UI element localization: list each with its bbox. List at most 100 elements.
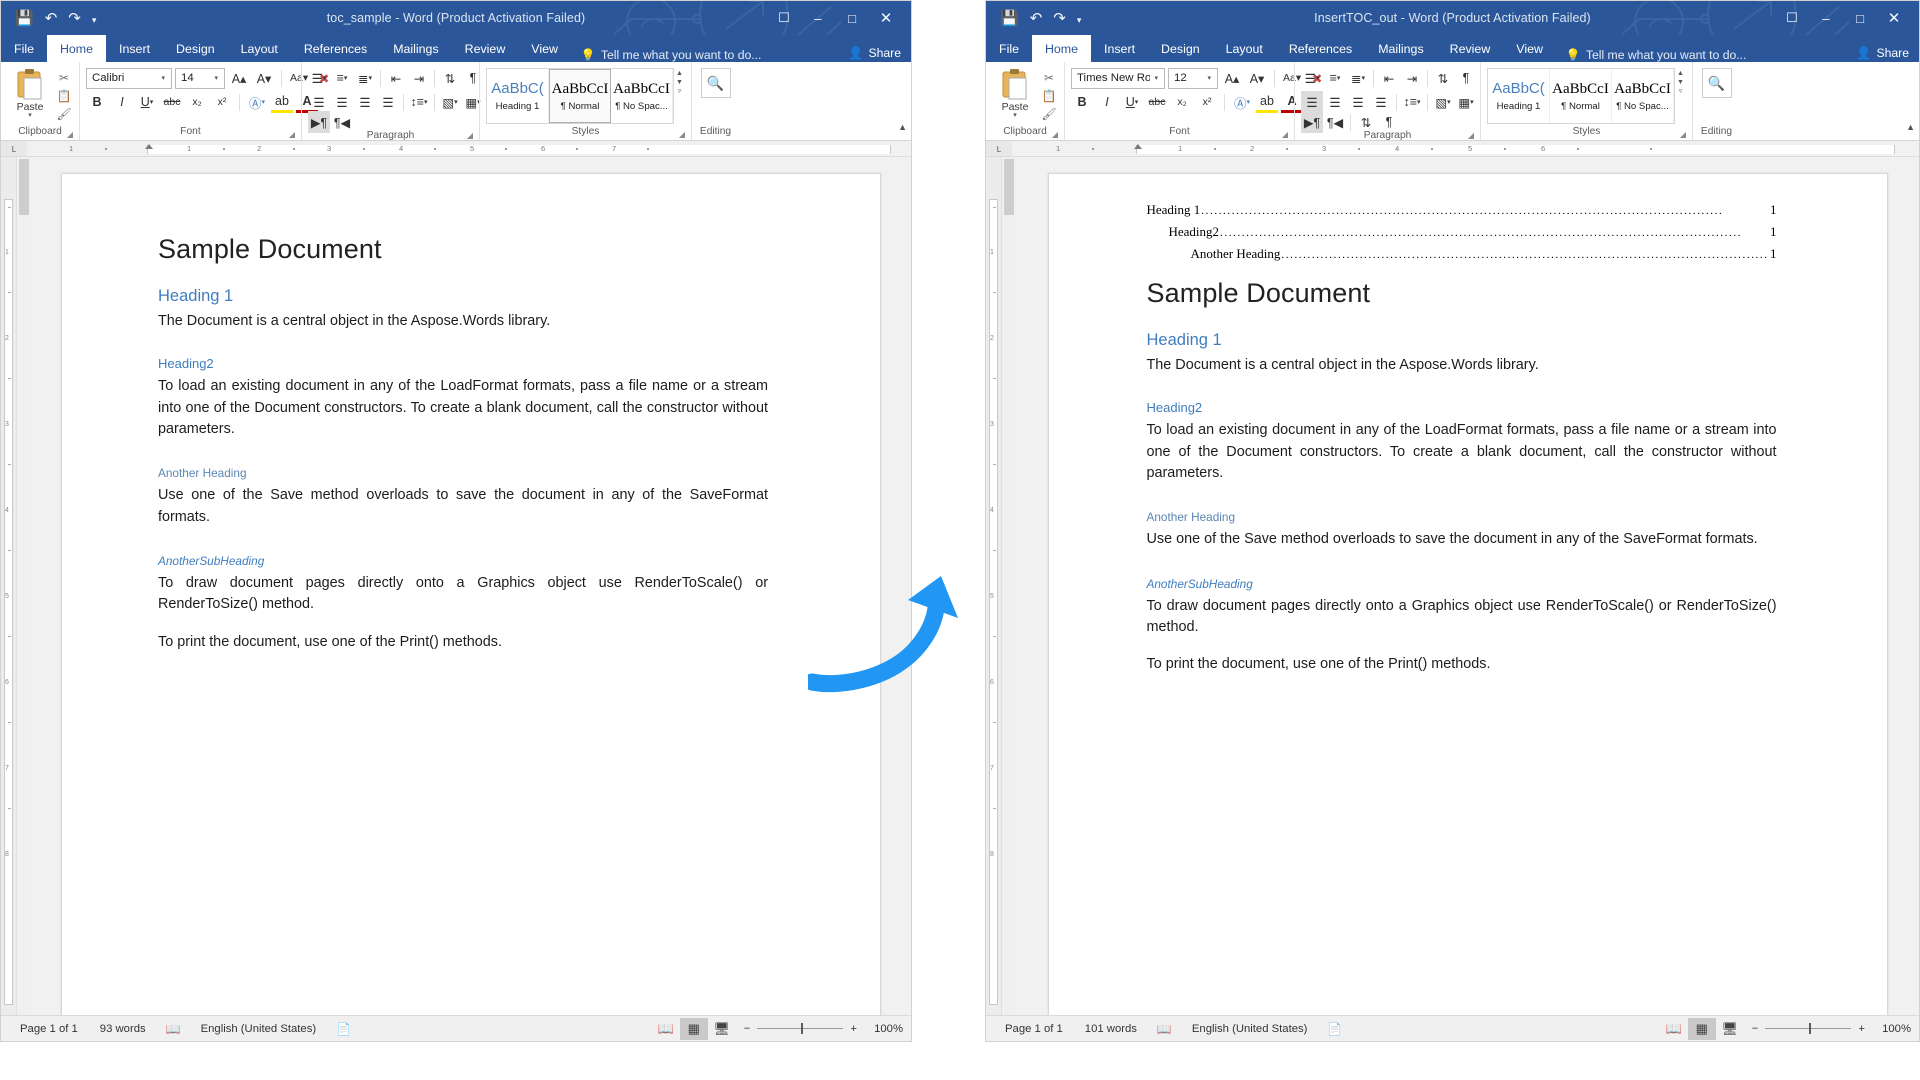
document-content[interactable]: Heading 1 ..............................…: [1147, 202, 1777, 676]
close-icon[interactable]: ✕: [869, 3, 903, 33]
increase-indent-icon[interactable]: ⇥: [408, 67, 430, 89]
zoom-handle[interactable]: [801, 1023, 804, 1034]
superscript-icon[interactable]: x²: [211, 91, 233, 113]
font-dialog-launcher[interactable]: ◢: [289, 130, 295, 139]
style-normal[interactable]: AaBbCcI ¶ Normal: [549, 69, 611, 123]
document-page[interactable]: Sample Document Heading 1 The Document i…: [61, 173, 881, 1015]
zoom-slider[interactable]: − +: [736, 1023, 865, 1035]
bold-icon[interactable]: B: [1071, 91, 1093, 113]
tab-references[interactable]: References: [291, 35, 380, 62]
chevron-down-icon[interactable]: ▾: [210, 74, 222, 82]
bullets-icon[interactable]: ☰ ▾: [308, 67, 330, 89]
vertical-ruler[interactable]: 1 2 3 4 5 6 7 8: [1, 157, 17, 1015]
tab-stop-selector[interactable]: L: [986, 141, 1012, 156]
shading-icon[interactable]: ▧ ▾: [1432, 91, 1454, 113]
shrink-font-icon[interactable]: A▾: [1246, 67, 1268, 89]
proofing-complete-icon[interactable]: 📖: [1148, 1022, 1181, 1036]
tab-home[interactable]: Home: [46, 35, 107, 62]
text-effects-icon[interactable]: Ⓐ ▾: [246, 91, 268, 113]
document-scrollbar-left[interactable]: [17, 157, 31, 1015]
tab-stop-selector[interactable]: L: [1, 141, 27, 156]
chevron-up-icon[interactable]: ▲: [1675, 69, 1686, 78]
align-left-icon[interactable]: ☰: [1301, 91, 1323, 113]
tab-mailings[interactable]: Mailings: [1365, 35, 1436, 62]
tab-design[interactable]: Design: [1148, 35, 1213, 62]
align-right-icon[interactable]: ☰: [354, 91, 376, 113]
font-size-combo[interactable]: 12 ▾: [1168, 67, 1218, 89]
read-mode-icon[interactable]: 📖: [1660, 1018, 1688, 1040]
left-indent-marker[interactable]: [1134, 144, 1142, 149]
tab-view[interactable]: View: [1503, 35, 1556, 62]
zoom-level[interactable]: 100%: [1873, 1023, 1911, 1035]
accessibility-icon[interactable]: 📄: [327, 1022, 360, 1036]
line-spacing-icon[interactable]: ↕≡ ▾: [1401, 91, 1423, 113]
numbering-icon[interactable]: ≡ ▾: [1324, 67, 1346, 89]
sort-icon[interactable]: ⇅: [1432, 67, 1454, 89]
web-layout-icon[interactable]: 🖥: [1716, 1018, 1744, 1040]
multilevel-list-icon[interactable]: ≣ ▾: [354, 67, 376, 89]
accessibility-icon[interactable]: 📄: [1318, 1022, 1351, 1036]
more-styles-icon[interactable]: ▿: [674, 87, 685, 96]
collapse-ribbon-icon[interactable]: ▲: [1906, 122, 1915, 132]
zoom-out-button[interactable]: −: [1752, 1023, 1759, 1035]
word-count[interactable]: 101 words: [1074, 1023, 1148, 1035]
styles-gallery-scroll[interactable]: ▲ ▼ ▿: [674, 68, 685, 97]
tab-layout[interactable]: Layout: [1213, 35, 1276, 62]
chevron-down-icon[interactable]: ▾: [157, 74, 169, 82]
paragraph-dialog-launcher[interactable]: ◢: [467, 131, 473, 140]
zoom-in-button[interactable]: +: [1858, 1023, 1865, 1035]
tab-view[interactable]: View: [518, 35, 571, 62]
multilevel-list-icon[interactable]: ≣ ▾: [1347, 67, 1369, 89]
find-icon[interactable]: 🔍: [1701, 68, 1732, 98]
minimize-icon[interactable]: –: [1809, 3, 1843, 33]
print-layout-icon[interactable]: ▦: [1687, 1017, 1716, 1040]
styles-dialog-launcher[interactable]: ◢: [679, 130, 685, 139]
ribbon-tabs[interactable]: File Home Insert Design Layout Reference…: [986, 35, 1919, 62]
print-layout-icon[interactable]: ▦: [679, 1017, 708, 1040]
chevron-down-icon[interactable]: ▾: [1150, 74, 1162, 82]
text-effects-icon[interactable]: Ⓐ ▾: [1231, 91, 1253, 113]
style-normal[interactable]: AaBbCcI ¶ Normal: [1550, 69, 1612, 123]
save-icon[interactable]: 💾: [1000, 11, 1019, 26]
table-of-contents[interactable]: Heading 1 ..............................…: [1147, 202, 1777, 262]
tab-mailings[interactable]: Mailings: [380, 35, 451, 62]
align-center-icon[interactable]: ☰: [331, 91, 353, 113]
strikethrough-icon[interactable]: abc: [161, 91, 183, 113]
toc-entry[interactable]: Heading2 ...............................…: [1147, 224, 1777, 240]
clipboard-dialog-launcher[interactable]: ◢: [1052, 130, 1058, 139]
format-painter-icon[interactable]: 🖌: [1040, 106, 1058, 121]
horizontal-ruler[interactable]: L 1 1 2 3 4 5 6: [986, 141, 1919, 157]
zoom-handle[interactable]: [1809, 1023, 1812, 1034]
style-no-spacing[interactable]: AaBbCcI ¶ No Spac...: [1612, 69, 1674, 123]
horizontal-ruler[interactable]: L 1 1 2 3 4 5 6 7: [1, 141, 911, 157]
borders-icon[interactable]: ▦ ▾: [1455, 91, 1477, 113]
proofing-errors-icon[interactable]: 📖: [157, 1022, 190, 1036]
zoom-level[interactable]: 100%: [865, 1023, 903, 1035]
text-highlight-icon[interactable]: ab: [271, 91, 293, 113]
redo-icon[interactable]: ↷: [1053, 11, 1066, 26]
page-indicator[interactable]: Page 1 of 1: [994, 1023, 1074, 1035]
maximize-icon[interactable]: □: [835, 3, 869, 33]
decrease-indent-icon[interactable]: ⇤: [385, 67, 407, 89]
maximize-icon[interactable]: □: [1843, 3, 1877, 33]
word-count[interactable]: 93 words: [89, 1023, 157, 1035]
tell-me-search[interactable]: 💡 Tell me what you want to do...: [1556, 48, 1747, 62]
sort-icon[interactable]: ⇅: [439, 67, 461, 89]
tab-review[interactable]: Review: [1437, 35, 1504, 62]
minimize-icon[interactable]: –: [801, 3, 835, 33]
zoom-in-button[interactable]: +: [850, 1023, 857, 1035]
paste-dropdown-icon[interactable]: ▾: [1013, 112, 1017, 119]
align-left-icon[interactable]: ☰: [308, 91, 330, 113]
collapse-ribbon-icon[interactable]: ▲: [898, 122, 907, 132]
styles-gallery-scroll[interactable]: ▲ ▼ ▿: [1675, 68, 1686, 97]
subscript-icon[interactable]: x₂: [1171, 91, 1193, 113]
customize-qat-icon[interactable]: ▾: [92, 15, 97, 25]
align-center-icon[interactable]: ☰: [1324, 91, 1346, 113]
grow-font-icon[interactable]: A▴: [1221, 67, 1243, 89]
clipboard-dialog-launcher[interactable]: ◢: [67, 130, 73, 139]
more-styles-icon[interactable]: ▿: [1675, 87, 1686, 96]
toc-entry[interactable]: Another Heading ........................…: [1147, 246, 1777, 262]
ruler-track[interactable]: 1 1 2 3 4 5 6 7: [27, 144, 911, 154]
underline-icon[interactable]: U ▾: [1121, 91, 1143, 113]
document-page[interactable]: Heading 1 ..............................…: [1047, 173, 1888, 1015]
